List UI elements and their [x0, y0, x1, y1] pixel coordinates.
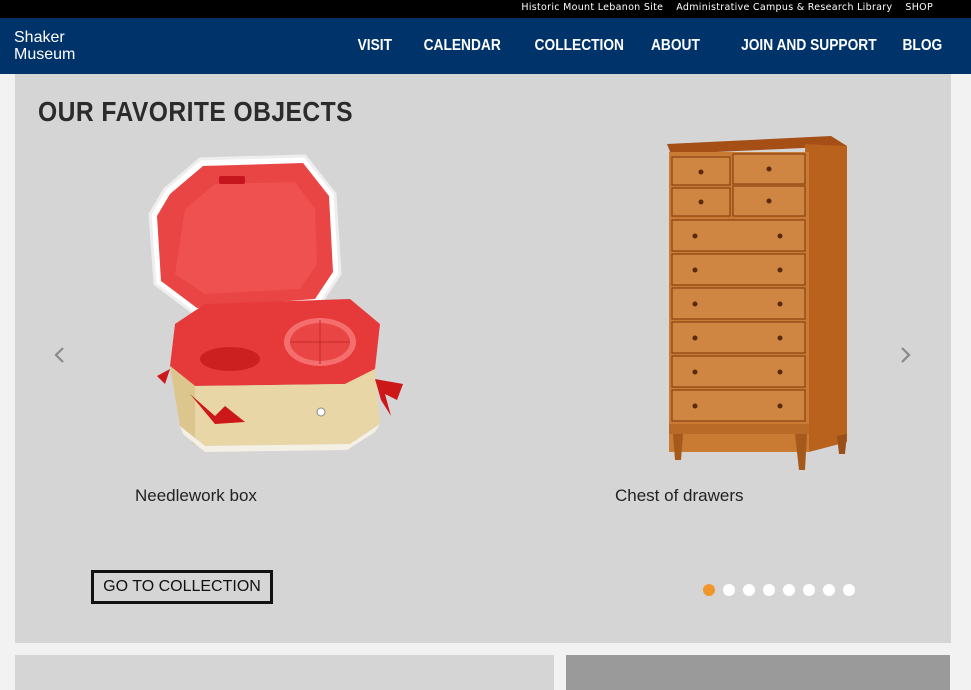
carousel-dot-8[interactable]	[843, 584, 855, 596]
nav-join-and-support[interactable]: JOIN AND SUPPORT	[741, 37, 877, 55]
nav-blog[interactable]: BLOG	[902, 37, 942, 55]
link-admin-campus[interactable]: Administrative Campus & Research Library	[676, 2, 892, 13]
slide-needlework-box[interactable]	[135, 154, 415, 484]
carousel-pagination	[703, 584, 855, 596]
carousel-dot-5[interactable]	[783, 584, 795, 596]
carousel-dot-3[interactable]	[743, 584, 755, 596]
nav-calendar[interactable]: CALENDAR	[424, 37, 501, 55]
carousel-dot-2[interactable]	[723, 584, 735, 596]
slide-chest-of-drawers[interactable]	[615, 132, 875, 482]
carousel-dot-1[interactable]	[703, 584, 715, 596]
carousel-dot-4[interactable]	[763, 584, 775, 596]
nav-about[interactable]: ABOUT	[651, 37, 700, 55]
link-shop[interactable]: SHOP	[905, 2, 933, 13]
carousel-next-button[interactable]	[895, 344, 915, 366]
slide-caption-needlework-box[interactable]: Needlework box	[135, 486, 257, 506]
chest-of-drawers-image	[667, 136, 847, 470]
nav-visit[interactable]: VISIT	[358, 37, 392, 55]
utility-bar: Historic Mount Lebanon Site Administrati…	[0, 0, 971, 18]
logo-line-1: Shaker	[14, 29, 65, 46]
site-logo[interactable]: Shaker Museum	[14, 29, 75, 63]
go-to-collection-button[interactable]: GO TO COLLECTION	[91, 570, 273, 604]
logo-line-2: Museum	[14, 46, 76, 63]
chevron-left-icon	[54, 347, 64, 363]
carousel-dot-6[interactable]	[803, 584, 815, 596]
needlework-box-image	[148, 154, 403, 452]
next-section-panel-left	[15, 655, 554, 690]
carousel-dot-7[interactable]	[823, 584, 835, 596]
favorite-objects-carousel: OUR FAVORITE OBJECTS Needlework box Ches…	[15, 74, 951, 643]
nav-menu: VISIT CALENDAR COLLECTION ABOUT JOIN AND…	[333, 37, 942, 55]
section-title: OUR FAVORITE OBJECTS	[38, 96, 354, 127]
slide-caption-chest-of-drawers[interactable]: Chest of drawers	[615, 486, 744, 506]
next-section-panel-right	[566, 655, 950, 690]
utility-links: Historic Mount Lebanon Site Administrati…	[521, 2, 933, 13]
main-navigation: Shaker Museum VISIT CALENDAR COLLECTION …	[0, 18, 971, 74]
chevron-right-icon	[901, 347, 911, 363]
carousel-prev-button[interactable]	[50, 344, 70, 366]
nav-collection[interactable]: COLLECTION	[535, 37, 624, 55]
link-historic-site[interactable]: Historic Mount Lebanon Site	[521, 2, 663, 13]
